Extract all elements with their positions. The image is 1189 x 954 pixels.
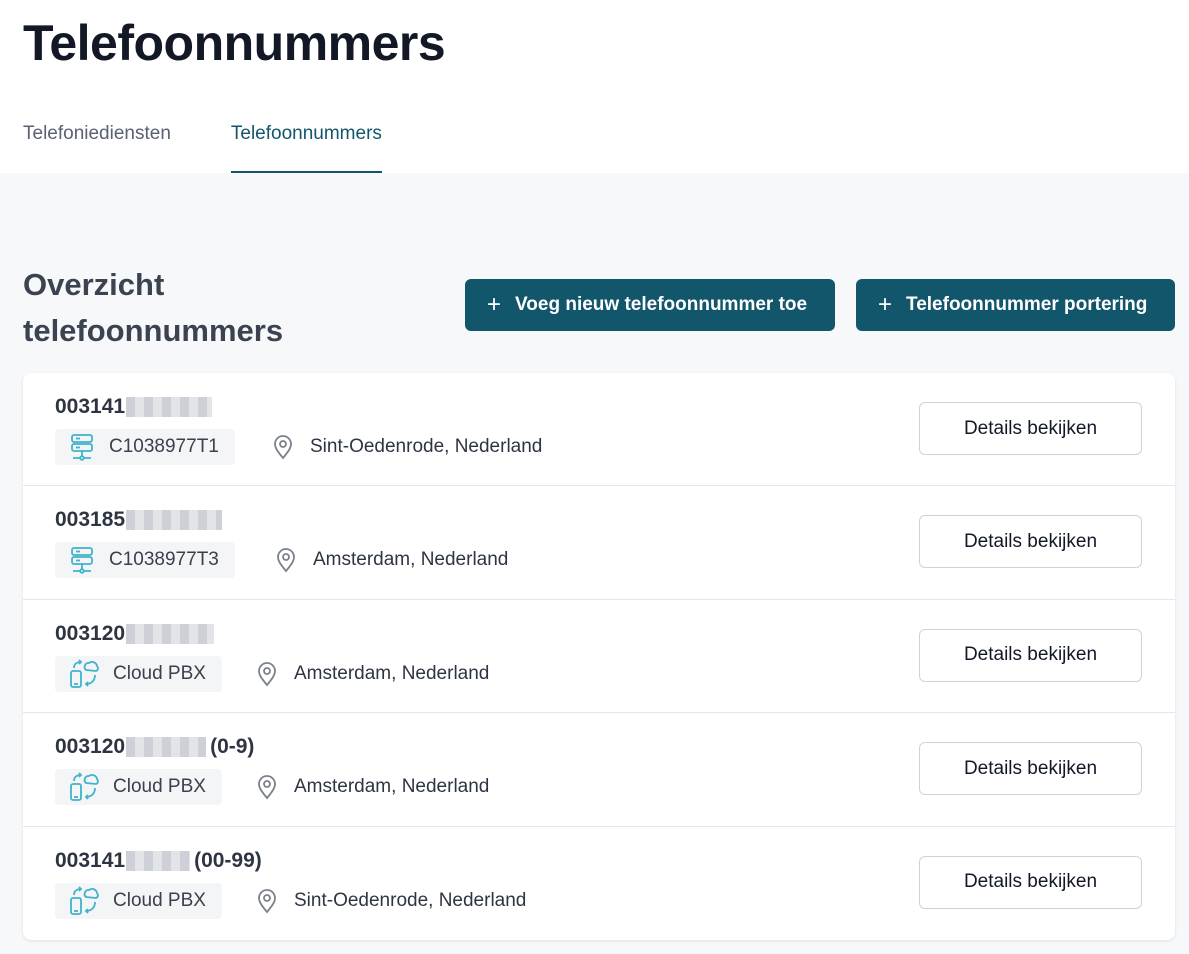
location-label: Amsterdam, Nederland [294, 776, 490, 798]
redacted-digits [126, 510, 223, 531]
details-button[interactable]: Details bekijken [919, 515, 1142, 569]
number-prefix: 003185 [55, 508, 126, 532]
location-pin-icon [258, 888, 276, 913]
number-prefix: 003120 [55, 735, 126, 759]
service-label: Cloud PBX [113, 662, 206, 684]
phone-number: 003185 [55, 508, 226, 532]
tab-telefoonnummers[interactable]: Telefoonnummers [230, 112, 382, 173]
add-number-button[interactable]: + Voeg nieuw telefoonnummer toe [465, 279, 835, 331]
cloud-pbx-icon [70, 885, 99, 915]
service-tag: C1038977T1 [55, 429, 235, 465]
location: Amsterdam, Nederland [256, 656, 489, 692]
phone-number: 003120 (0-9) [55, 735, 254, 759]
plus-icon: + [878, 291, 893, 318]
redacted-digits [126, 850, 191, 871]
service-label: C1038977T3 [109, 549, 219, 571]
details-button[interactable]: Details bekijken [919, 855, 1142, 909]
details-button[interactable]: Details bekijken [919, 402, 1142, 455]
redacted-digits [126, 623, 215, 644]
number-prefix: 003141 [55, 395, 126, 418]
tab-telefoniediensten[interactable]: Telefoniediensten [23, 112, 171, 173]
service-label: Cloud PBX [113, 776, 206, 798]
location: Amsterdam, Nederland [275, 542, 508, 578]
location-label: Sint-Oedenrode, Nederland [294, 889, 527, 911]
number-prefix: 003120 [55, 621, 126, 645]
phone-number: 003141 [55, 395, 216, 419]
location-label: Amsterdam, Nederland [294, 662, 490, 684]
porting-label: Telefoonnummer portering [906, 294, 1148, 315]
list-item: 003120 Cloud PBX Amsterdam, Nederland De… [23, 600, 1175, 714]
section-header: Overzicht telefoonnummers + Voeg nieuw t… [23, 262, 1175, 354]
location: Sint-Oedenrode, Nederland [256, 883, 526, 919]
service-label: Cloud PBX [113, 889, 206, 911]
page-title: Telefoonnummers [23, 15, 446, 71]
list-item: 003141 (00-99) Cloud PBX Sint-Oedenrode,… [23, 827, 1175, 940]
list-item: 003120 (0-9) Cloud PBX Amsterdam, Nederl… [23, 713, 1175, 827]
number-prefix: 003141 [55, 848, 126, 872]
service-label: C1038977T1 [109, 436, 219, 457]
redacted-digits [126, 397, 213, 417]
service-tag: Cloud PBX [55, 655, 222, 692]
numbers-list: 003141 C1038977T1 Sint-Oedenrode, Nederl… [23, 373, 1175, 940]
section-title: Overzicht telefoonnummers [23, 267, 284, 348]
server-icon [71, 434, 93, 461]
service-tag: C1038977T3 [55, 542, 235, 579]
plus-icon: + [487, 291, 502, 318]
list-item: 003185 C1038977T3 Amsterdam, Nederland D… [23, 486, 1175, 600]
tab-bar: Telefoniediensten Telefoonnummers [23, 112, 442, 173]
location-label: Amsterdam, Nederland [313, 549, 509, 571]
location-pin-icon [258, 661, 276, 687]
cloud-pbx-icon [70, 772, 99, 802]
location: Sint-Oedenrode, Nederland [272, 429, 542, 465]
server-icon [71, 547, 93, 575]
location-pin-icon [277, 548, 295, 573]
service-tag: Cloud PBX [55, 882, 222, 919]
details-button[interactable]: Details bekijken [919, 742, 1142, 796]
phone-number: 003120 [55, 622, 218, 646]
service-tag: Cloud PBX [55, 769, 222, 806]
page-header: Telefoonnummers Telefoniediensten Telefo… [0, 0, 1189, 173]
number-range: (00-99) [194, 848, 262, 872]
redacted-digits [126, 737, 207, 758]
cloud-pbx-icon [70, 659, 99, 688]
location-pin-icon [274, 435, 292, 460]
details-button[interactable]: Details bekijken [919, 628, 1142, 682]
number-range: (0-9) [210, 735, 255, 759]
location: Amsterdam, Nederland [256, 769, 489, 805]
add-number-label: Voeg nieuw telefoonnummer toe [515, 294, 808, 315]
list-item: 003141 C1038977T1 Sint-Oedenrode, Nederl… [23, 373, 1175, 487]
phone-number: 003141 (00-99) [55, 849, 262, 873]
porting-button[interactable]: + Telefoonnummer portering [856, 279, 1175, 331]
location-label: Sint-Oedenrode, Nederland [310, 436, 543, 457]
location-pin-icon [258, 775, 276, 800]
